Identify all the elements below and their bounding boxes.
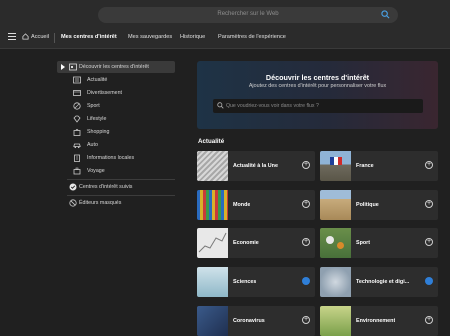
add-interest-button[interactable]: + (302, 200, 310, 208)
followed-indicator[interactable] (425, 277, 433, 285)
card-label: Actualité à la Une (233, 163, 278, 169)
card-label: Coronavirus (233, 318, 265, 324)
tab-experience-settings[interactable]: Paramètres de l'expérience (218, 34, 286, 40)
sidebar-item-label: Éditeurs masqués (79, 200, 122, 206)
add-interest-button[interactable]: + (425, 200, 433, 208)
flags-thumbnail (197, 190, 228, 220)
sidebar-item-local-info[interactable]: Informations locales (57, 152, 175, 164)
nature-thumbnail (320, 306, 351, 336)
interest-card-technologie[interactable]: Technologie et digi... (320, 267, 438, 297)
discover-icon (69, 63, 77, 71)
add-interest-button[interactable]: + (425, 238, 433, 246)
interest-card-monde[interactable]: Monde + (197, 190, 315, 220)
sidebar-item-label: Auto (87, 142, 98, 148)
newspaper-thumbnail (197, 151, 228, 181)
caret-right-icon (61, 64, 65, 72)
blocked-icon (69, 199, 77, 207)
sidebar-item-hidden-publishers[interactable]: Éditeurs masqués (57, 197, 175, 209)
sidebar-item-label: Lifestyle (87, 116, 107, 122)
section-title: Actualité (198, 138, 225, 145)
home-icon[interactable] (22, 33, 29, 42)
sidebar-item-label: Centres d'intérêt suivis (79, 184, 133, 190)
sidebar-item-label: Voyage (87, 168, 105, 174)
sidebar-item-sport[interactable]: Sport (57, 100, 175, 112)
card-label: Technologie et digi... (356, 279, 410, 285)
car-icon (73, 141, 81, 149)
sidebar-item-label: Divertissement (87, 90, 123, 96)
menu-icon[interactable] (8, 33, 16, 42)
ball-icon (73, 102, 81, 110)
sidebar-item-label: Informations locales (87, 155, 135, 161)
web-search-box[interactable]: Rechercher sur le Web (98, 7, 398, 23)
card-label: Sciences (233, 279, 257, 285)
tab-saved[interactable]: Mes sauvegardes (128, 34, 172, 40)
search-icon (217, 102, 224, 111)
interest-card-france[interactable]: France + (320, 151, 438, 181)
card-label: Environnement (356, 318, 396, 324)
add-interest-button[interactable]: + (302, 238, 310, 246)
sidebar-item-label: Shopping (87, 129, 110, 135)
parliament-thumbnail (320, 190, 351, 220)
card-label: Économie (233, 240, 259, 246)
interest-card-economie[interactable]: Économie + (197, 228, 315, 258)
followed-indicator[interactable] (302, 277, 310, 285)
banner-subtitle: Ajoutez des centres d'intérêt pour perso… (248, 83, 387, 89)
interest-card-sport[interactable]: Sport + (320, 228, 438, 258)
sidebar-item-label: Actualité (87, 77, 108, 83)
check-circle-icon (69, 183, 77, 191)
search-icon[interactable] (381, 10, 390, 21)
nav-bar: Accueil Mes centres d'intérêt Mes sauveg… (0, 28, 450, 49)
shopping-bag-icon (73, 128, 81, 136)
sidebar-item-divertissement[interactable]: Divertissement (57, 87, 175, 99)
interest-search-placeholder: Que voudriez-vous voir dans votre flux ? (226, 103, 319, 109)
card-label: France (356, 163, 374, 169)
add-interest-button[interactable]: + (302, 161, 310, 169)
virus-thumbnail (197, 306, 228, 336)
interest-card-sciences[interactable]: Sciences (197, 267, 315, 297)
banner-title: Découvrir les centres d'intérêt (265, 73, 370, 82)
sidebar-item-followed[interactable]: Centres d'intérêt suivis (57, 181, 175, 193)
diamond-icon (73, 115, 81, 123)
suitcase-icon (73, 167, 81, 175)
sidebar-item-lifestyle[interactable]: Lifestyle (57, 113, 175, 125)
chart-thumbnail (197, 228, 228, 258)
sidebar-divider (67, 195, 175, 196)
nav-separator (54, 33, 55, 43)
film-icon (73, 89, 81, 97)
sidebar-item-discover[interactable]: Découvrir les centres d'intérêt (57, 61, 175, 73)
card-label: Politique (356, 202, 379, 208)
tab-history[interactable]: Historique (180, 34, 205, 40)
france-flag-thumbnail (320, 151, 351, 181)
nav-home[interactable]: Accueil (31, 34, 49, 40)
card-label: Sport (356, 240, 371, 246)
building-icon (73, 154, 81, 162)
interest-card-politique[interactable]: Politique + (320, 190, 438, 220)
add-interest-button[interactable]: + (425, 161, 433, 169)
sidebar-divider (67, 179, 175, 180)
interest-card-environnement[interactable]: Environnement + (320, 306, 438, 336)
newspaper-icon (73, 76, 81, 84)
interest-search-input[interactable]: Que voudriez-vous voir dans votre flux ? (213, 99, 423, 113)
discover-banner: Découvrir les centres d'intérêt Ajoutez … (197, 61, 438, 129)
interest-card-actualite-une[interactable]: Actualité à la Une + (197, 151, 315, 181)
sidebar-item-shopping[interactable]: Shopping (57, 126, 175, 138)
sidebar-item-label: Découvrir les centres d'intérêt (79, 64, 149, 70)
card-label: Monde (233, 202, 251, 208)
add-interest-button[interactable]: + (302, 316, 310, 324)
tab-interests[interactable]: Mes centres d'intérêt (61, 34, 117, 40)
add-interest-button[interactable]: + (425, 316, 433, 324)
sidebar-item-voyage[interactable]: Voyage (57, 165, 175, 177)
lab-thumbnail (197, 267, 228, 297)
balls-thumbnail (320, 228, 351, 258)
tech-thumbnail (320, 267, 351, 297)
sidebar-item-actualite[interactable]: Actualité (57, 74, 175, 86)
top-bar: Rechercher sur le Web (0, 0, 450, 28)
interest-card-coronavirus[interactable]: Coronavirus + (197, 306, 315, 336)
sidebar-item-label: Sport (87, 103, 100, 109)
web-search-placeholder: Rechercher sur le Web (217, 11, 279, 17)
sidebar-item-auto[interactable]: Auto (57, 139, 175, 151)
